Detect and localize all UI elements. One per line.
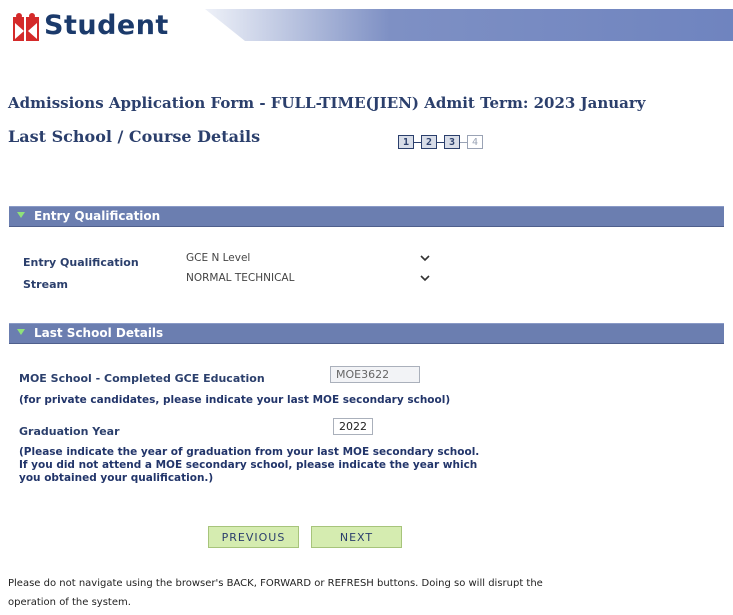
step-2[interactable]: 2 <box>421 135 437 149</box>
section-title: Entry Qualification <box>34 209 161 223</box>
section-title: Last School Details <box>34 326 164 340</box>
collapse-triangle-icon <box>17 329 25 335</box>
header-banner <box>205 9 733 41</box>
step-1[interactable]: 1 <box>398 135 414 149</box>
stream-label: Stream <box>23 278 68 291</box>
graduation-note-line-3: you obtained your qualification.) <box>19 472 214 484</box>
stream-value[interactable]: NORMAL TECHNICAL <box>186 272 294 284</box>
last-school-section-header[interactable]: Last School Details <box>9 323 724 344</box>
navigation-warning-line-2: operation of the system. <box>8 597 131 608</box>
graduation-year-label: Graduation Year <box>19 425 120 438</box>
entry-qualification-section-header[interactable]: Entry Qualification <box>9 206 724 227</box>
student-logo-icon <box>13 13 39 41</box>
entry-qualification-label: Entry Qualification <box>23 256 139 269</box>
step-3[interactable]: 3 <box>444 135 460 149</box>
collapse-triangle-icon <box>17 212 25 218</box>
moe-school-label: MOE School - Completed GCE Education <box>19 372 265 385</box>
moe-note: (for private candidates, please indicate… <box>19 394 451 406</box>
logo-text: Student <box>44 10 169 41</box>
entry-qualification-value[interactable]: GCE N Level <box>186 252 250 264</box>
chevron-down-icon[interactable] <box>419 272 431 284</box>
moe-school-field[interactable]: MOE3622 <box>330 366 420 383</box>
form-title: Admissions Application Form - FULL-TIME(… <box>8 94 646 112</box>
step-4: 4 <box>467 135 483 149</box>
next-button[interactable]: NEXT <box>311 526 402 548</box>
graduation-note-line-1: (Please indicate the year of graduation … <box>19 446 480 458</box>
navigation-warning-line-1: Please do not navigate using the browser… <box>8 578 543 589</box>
chevron-down-icon[interactable] <box>419 252 431 264</box>
graduation-note-line-2: If you did not attend a MOE secondary sc… <box>19 459 478 471</box>
graduation-year-field[interactable]: 2022 <box>333 418 373 435</box>
previous-button[interactable]: PREVIOUS <box>208 526 299 548</box>
step-indicator: 1 2 3 4 <box>398 133 483 151</box>
page-title: Last School / Course Details <box>8 127 261 146</box>
